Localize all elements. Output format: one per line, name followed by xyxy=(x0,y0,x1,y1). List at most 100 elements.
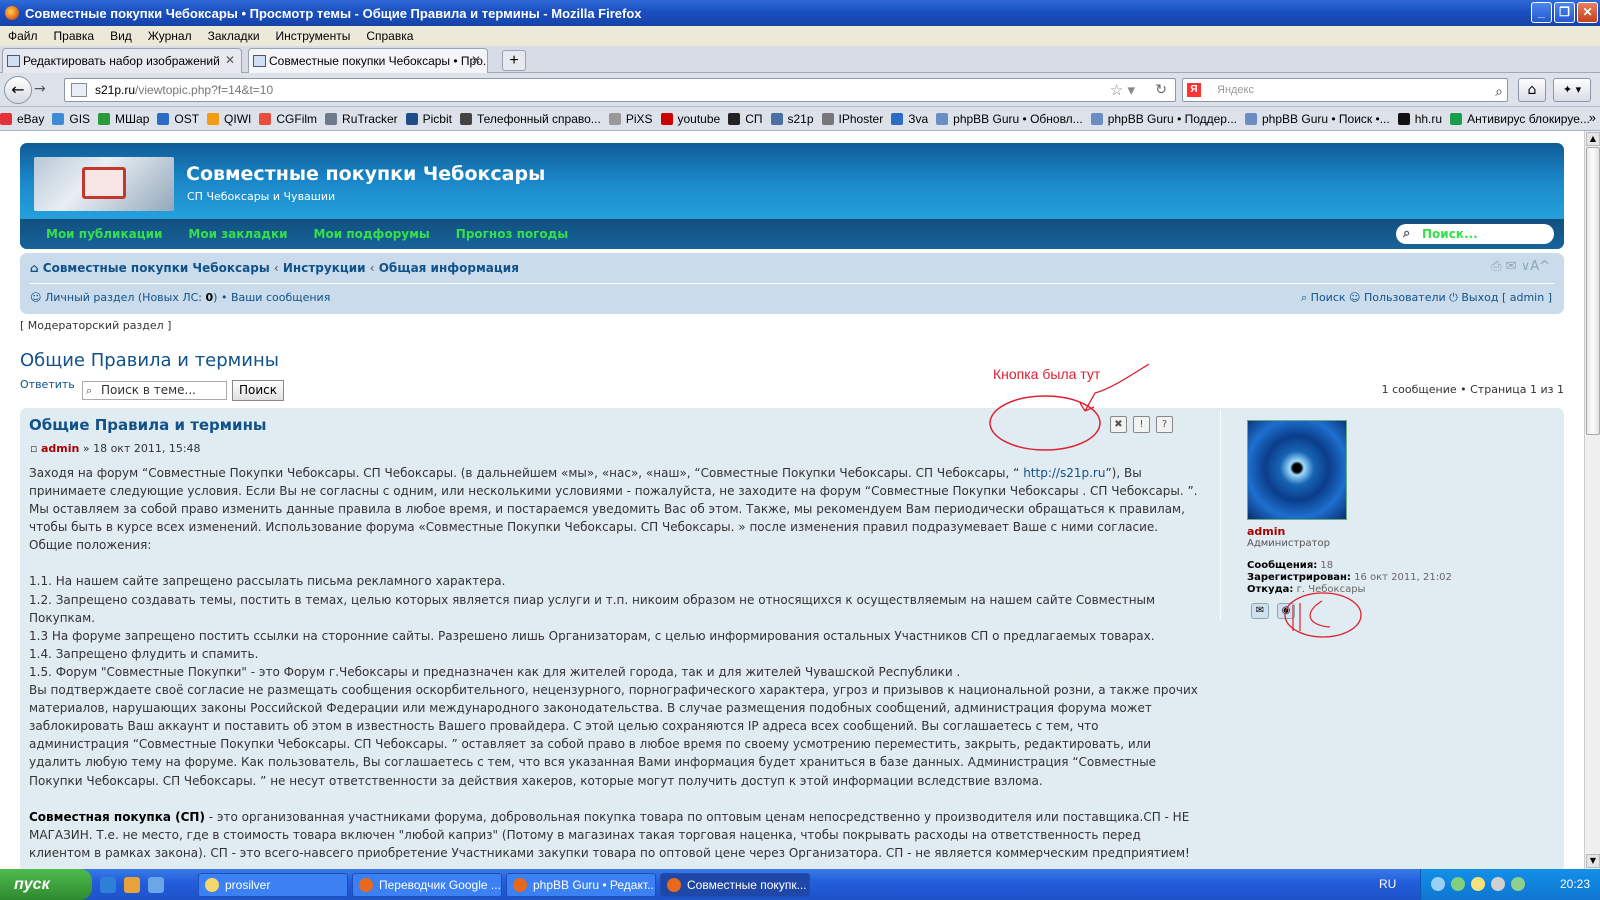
topic-title[interactable]: Общие Правила и термины xyxy=(20,350,279,371)
report-post-button[interactable]: ! xyxy=(1133,416,1150,433)
logout-link[interactable]: Выход [ admin ] xyxy=(1461,291,1552,304)
ucp-link[interactable]: Личный раздел (Новых ЛС: xyxy=(45,291,206,304)
menu-tools[interactable]: Инструменты xyxy=(268,29,359,43)
ie-icon[interactable] xyxy=(100,877,116,893)
bookmark-item[interactable]: Антивирус блокируе... xyxy=(1450,112,1590,126)
forward-button[interactable]: → xyxy=(34,81,46,97)
bookmark-item[interactable]: CGFilm xyxy=(259,112,317,126)
bookmark-item[interactable]: Зvа xyxy=(891,112,928,126)
tray-icon[interactable] xyxy=(1491,877,1505,891)
menu-bookmarks[interactable]: Закладки xyxy=(200,29,268,43)
close-window-button[interactable]: ✕ xyxy=(1577,2,1598,23)
close-tab-icon[interactable]: ✕ xyxy=(225,53,235,67)
home-button[interactable]: ⌂ xyxy=(1518,78,1546,102)
page-scrollbar[interactable]: ▲ ▼ xyxy=(1584,131,1600,869)
search-icon[interactable]: ⌕ xyxy=(1495,80,1503,102)
bookmark-item[interactable]: eBay xyxy=(0,112,44,126)
bookmark-item[interactable]: phpBB Guru • Обновл... xyxy=(936,112,1083,126)
tab-edit-images[interactable]: Редактировать набор изображений ✕ xyxy=(2,48,242,73)
post-author[interactable]: admin xyxy=(41,442,79,455)
back-button[interactable]: ← xyxy=(4,76,32,104)
bookmark-item[interactable]: youtube xyxy=(660,112,720,126)
taskbar-button[interactable]: Совместные покупк... xyxy=(660,873,810,897)
tray-icon[interactable] xyxy=(1451,877,1465,891)
font-size-icon[interactable]: ∨A^ xyxy=(1521,259,1550,274)
taskbar-button[interactable]: prosilver xyxy=(198,873,348,897)
language-indicator[interactable]: RU xyxy=(1379,877,1396,891)
site-identity-icon[interactable] xyxy=(71,83,87,97)
menu-file[interactable]: Файл xyxy=(0,29,46,43)
maximize-button[interactable]: ❐ xyxy=(1554,2,1575,23)
delete-post-button[interactable]: ✖ xyxy=(1110,416,1127,433)
members-link[interactable]: Пользователи xyxy=(1364,291,1446,304)
print-icon[interactable]: ⎙ xyxy=(1491,259,1501,274)
reload-icon[interactable]: ↻ xyxy=(1155,81,1167,98)
close-tab-icon[interactable]: ✕ xyxy=(471,53,481,67)
site-title[interactable]: Совместные покупки Чебоксары xyxy=(186,163,545,185)
pm-icon[interactable]: ✉ xyxy=(1251,603,1269,619)
warn-user-button[interactable]: ? xyxy=(1156,416,1173,433)
taskbar-button[interactable]: phpBB Guru • Редакт... xyxy=(506,873,656,897)
crumb-home[interactable]: Совместные покупки Чебоксары xyxy=(43,261,270,275)
yandex-icon[interactable]: Я xyxy=(1187,83,1201,97)
bookmark-item[interactable]: phpBB Guru • Поддер... xyxy=(1090,112,1237,126)
topic-search-input[interactable]: ⌕ Поиск в теме... xyxy=(82,381,227,400)
start-button[interactable]: пуск xyxy=(0,869,92,900)
bookmark-item[interactable]: RuTracker xyxy=(325,112,398,126)
bookmark-item[interactable]: QIWI xyxy=(207,112,251,126)
topic-search-button[interactable]: Поиск xyxy=(232,380,284,401)
tray-icon[interactable] xyxy=(1471,877,1485,891)
forum-search-input[interactable]: ⌕ Поиск... xyxy=(1396,224,1554,244)
bookmark-item[interactable]: GIS xyxy=(52,112,90,126)
bookmark-item[interactable]: PiXS xyxy=(608,112,653,126)
menu-view[interactable]: Вид xyxy=(102,29,140,43)
crumb-instructions[interactable]: Инструкции xyxy=(283,261,366,275)
post-title[interactable]: Общие Правила и термины xyxy=(29,416,267,434)
bookmark-item[interactable]: Телефонный справо... xyxy=(459,112,601,126)
menu-history[interactable]: Журнал xyxy=(140,29,200,43)
address-bar[interactable]: s21p.ru/viewtopic.php?f=14&t=10 ☆ ▾ ↻ xyxy=(64,78,1176,102)
menu-edit[interactable]: Правка xyxy=(46,29,103,43)
avatar[interactable] xyxy=(1247,420,1347,520)
topic-search-placeholder: Поиск в теме... xyxy=(101,383,196,397)
email-topic-icon[interactable]: ✉ xyxy=(1506,259,1517,274)
search-engine-input[interactable]: Я Яндекс ⌕ xyxy=(1182,78,1508,102)
bookmark-label: phpBB Guru • Обновл... xyxy=(953,111,1083,126)
nav-my-subforums[interactable]: Мои подфорумы xyxy=(314,227,430,241)
crumb-general-info[interactable]: Общая информация xyxy=(379,261,519,275)
nav-my-posts[interactable]: Мои публикации xyxy=(46,227,162,241)
nav-my-bookmarks[interactable]: Мои закладки xyxy=(188,227,287,241)
new-tab-button[interactable]: + xyxy=(502,50,526,71)
bookmark-item[interactable]: IPhoster xyxy=(821,112,883,126)
bookmark-item[interactable]: МШар xyxy=(98,112,149,126)
tray-icon[interactable] xyxy=(1511,877,1525,891)
tab-forum[interactable]: Совместные покупки Чебоксары • Про... ✕ xyxy=(248,48,488,73)
moderator-panel-link[interactable]: [ Модераторский раздел ] xyxy=(20,319,171,332)
profile-username[interactable]: admin xyxy=(1247,525,1285,538)
extension-button[interactable]: ✦ ▾ xyxy=(1553,78,1591,102)
chrome-icon[interactable] xyxy=(124,877,140,893)
site-logo[interactable] xyxy=(34,157,174,211)
scroll-up-icon[interactable]: ▲ xyxy=(1586,132,1600,146)
bookmark-item[interactable]: OST xyxy=(157,112,199,126)
site-link[interactable]: http://s21p.ru xyxy=(1023,466,1105,480)
bookmark-star-icon[interactable]: ☆ ▾ xyxy=(1110,81,1135,99)
bookmark-item[interactable]: phpBB Guru • Поиск •... xyxy=(1245,112,1390,126)
nav-weather[interactable]: Прогноз погоды xyxy=(456,227,568,241)
bookmarks-overflow-icon[interactable]: » xyxy=(1589,110,1596,125)
website-icon[interactable]: ◉ xyxy=(1277,603,1295,619)
menu-help[interactable]: Справка xyxy=(358,29,421,43)
scroll-thumb[interactable] xyxy=(1586,147,1600,435)
my-posts-link[interactable]: ) • Ваши сообщения xyxy=(213,291,330,304)
desktop-icon[interactable] xyxy=(148,877,164,893)
taskbar-button[interactable]: Переводчик Google ... xyxy=(352,873,502,897)
bookmark-item[interactable]: s21p xyxy=(770,112,814,126)
search-link[interactable]: Поиск xyxy=(1311,291,1346,304)
bookmark-item[interactable]: hh.ru xyxy=(1397,112,1442,126)
tray-icon[interactable] xyxy=(1431,877,1445,891)
minimize-button[interactable]: _ xyxy=(1531,2,1552,23)
bookmark-item[interactable]: СП xyxy=(728,112,763,126)
scroll-down-icon[interactable]: ▼ xyxy=(1586,854,1600,868)
reply-link[interactable]: Ответить xyxy=(20,378,75,391)
bookmark-item[interactable]: Picbit xyxy=(405,112,452,126)
